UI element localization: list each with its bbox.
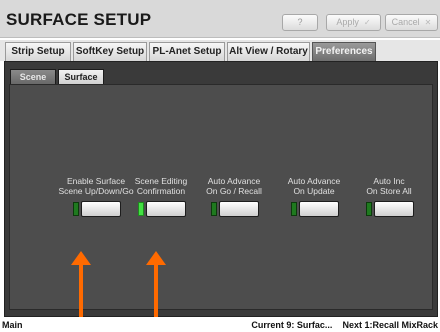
control-label-line1: Auto Inc	[373, 176, 405, 186]
apply-label: Apply	[336, 17, 359, 27]
status-led	[291, 202, 297, 216]
enable-surface-toggle[interactable]	[70, 201, 122, 217]
status-led	[366, 202, 372, 216]
control-label-line1: Scene Editing	[134, 176, 188, 186]
subtab-surface[interactable]: Surface	[58, 69, 104, 85]
next-scene: Next 1:Recall MixRack	[342, 320, 438, 330]
subtab-scene[interactable]: Scene	[10, 69, 56, 85]
control-label-line2: Confirmation	[136, 186, 186, 196]
toggle-button[interactable]	[219, 201, 259, 217]
check-icon: ✓	[363, 18, 371, 27]
title-bar: SURFACE SETUP ? Apply ✓ Cancel ✕	[0, 0, 440, 38]
toggle-button[interactable]	[299, 201, 339, 217]
tab-alt-view-rotary[interactable]: Alt View / Rotary	[227, 42, 310, 61]
auto-advance-update-toggle[interactable]	[288, 201, 340, 217]
control-label-line1: Auto Advance	[287, 176, 341, 186]
tab-strip-setup[interactable]: Strip Setup	[5, 42, 71, 61]
tab-preferences[interactable]: Preferences	[312, 42, 376, 61]
control-auto-advance-go-recall: Auto Advance On Go / Recall	[192, 176, 276, 217]
current-scene: Current 9: Surfac...	[251, 320, 333, 330]
status-led	[73, 202, 79, 216]
auto-advance-go-recall-toggle[interactable]	[208, 201, 260, 217]
help-label: ?	[297, 17, 303, 27]
control-label-line2: On Store All	[366, 186, 412, 196]
status-bar: Main Current 9: Surfac... Next 1:Recall …	[0, 317, 440, 332]
auto-inc-store-all-toggle[interactable]	[363, 201, 415, 217]
apply-button[interactable]: Apply ✓	[326, 14, 381, 31]
scene-editing-confirmation-toggle[interactable]	[135, 201, 187, 217]
control-auto-inc-store-all: Auto Inc On Store All	[347, 176, 431, 217]
control-label-line2: On Update	[293, 186, 335, 196]
arrow-up-icon	[71, 251, 91, 265]
cancel-button[interactable]: Cancel ✕	[385, 14, 438, 31]
help-button[interactable]: ?	[282, 14, 318, 31]
control-label: Auto Inc On Store All	[347, 176, 431, 198]
window-title: SURFACE SETUP	[6, 10, 152, 29]
arrow-up-icon	[146, 251, 166, 265]
close-icon: ✕	[424, 18, 432, 27]
control-scene-editing-confirmation: Scene Editing Confirmation	[119, 176, 203, 217]
scene-status: Current 9: Surfac... Next 1:Recall MixRa…	[251, 320, 438, 330]
cancel-label: Cancel	[391, 17, 420, 27]
control-label-line2: On Go / Recall	[206, 186, 262, 196]
tab-softkey-setup[interactable]: SoftKey Setup	[73, 42, 147, 61]
control-label: Auto Advance On Update	[272, 176, 356, 198]
control-auto-advance-update: Auto Advance On Update	[272, 176, 356, 217]
toggle-button[interactable]	[374, 201, 414, 217]
toggle-button[interactable]	[146, 201, 186, 217]
tab-bar: Strip Setup SoftKey Setup PL-Anet Setup …	[0, 40, 440, 61]
control-label: Auto Advance On Go / Recall	[192, 176, 276, 198]
control-label-line1: Auto Advance	[207, 176, 261, 186]
tab-pl-anet-setup[interactable]: PL-Anet Setup	[149, 42, 225, 61]
status-led	[138, 202, 144, 216]
status-mode: Main	[2, 320, 23, 330]
status-led	[211, 202, 217, 216]
toggle-button[interactable]	[81, 201, 121, 217]
control-label: Scene Editing Confirmation	[119, 176, 203, 198]
